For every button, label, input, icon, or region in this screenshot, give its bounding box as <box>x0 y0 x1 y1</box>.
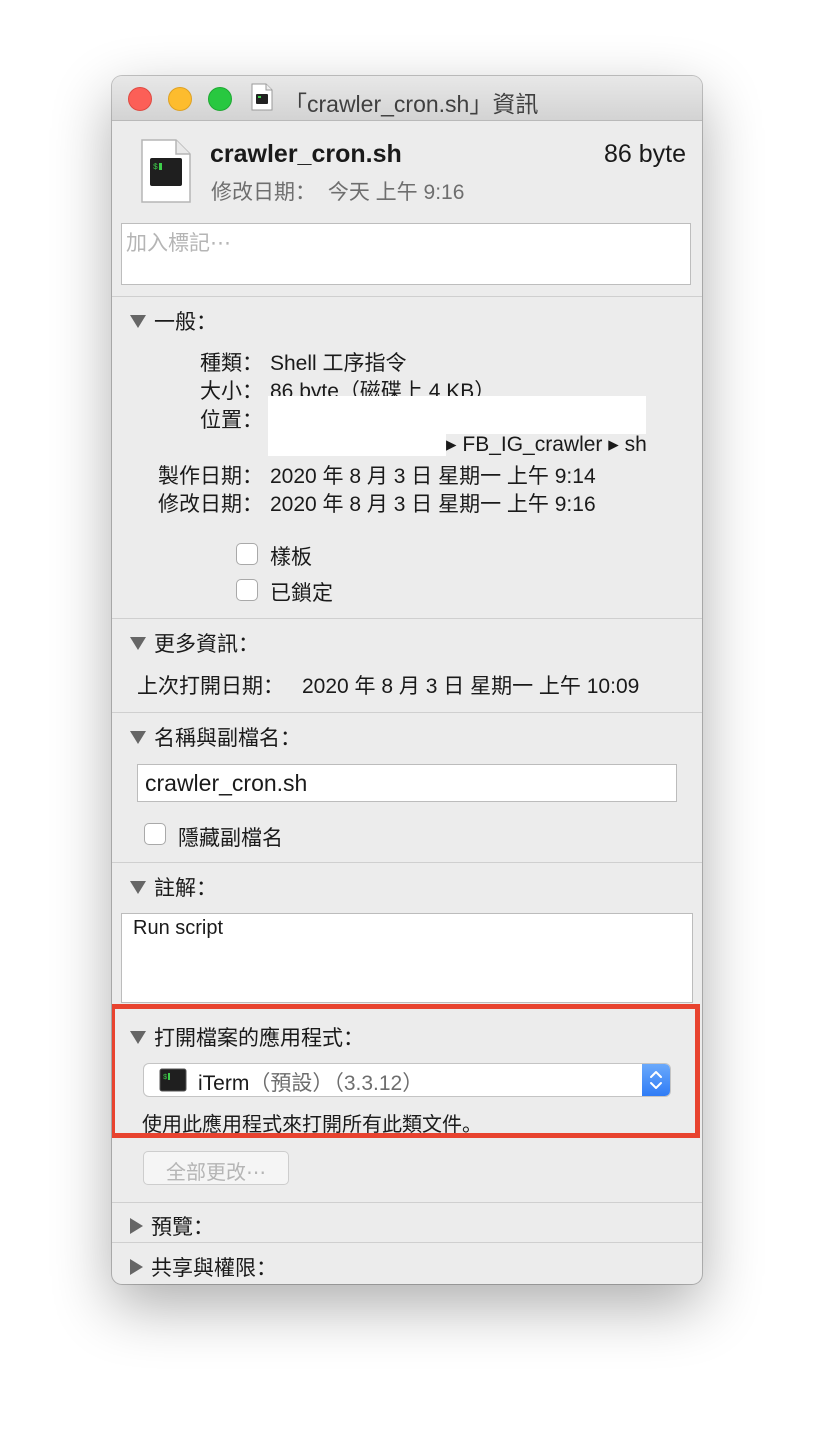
stationery-checkbox[interactable] <box>236 543 258 565</box>
locked-checkbox[interactable] <box>236 579 258 601</box>
file-name-field-value: crawler_cron.sh <box>145 770 308 796</box>
info-window: 「crawler_cron.sh」資訊 $ crawler_cron.sh 86… <box>112 76 702 1284</box>
svg-text:$: $ <box>153 163 158 172</box>
disclosure-triangle-icon <box>130 636 146 650</box>
section-name-ext-heading: 名稱與副檔名： <box>154 727 301 750</box>
minimize-button[interactable] <box>168 87 192 111</box>
app-version: （3.3.12） <box>333 1072 424 1095</box>
section-name-ext-toggle[interactable]: 名稱與副檔名： <box>130 722 301 752</box>
stationery-label: 樣板 <box>270 546 312 569</box>
app-name: iTerm <box>198 1072 250 1095</box>
modified-value: 2020 年 8 月 3 日 星期一 上午 9:16 <box>270 493 596 516</box>
tags-placeholder: 加入標記⋯ <box>126 232 231 255</box>
section-general-toggle[interactable]: 一般： <box>130 306 217 336</box>
locked-label: 已鎖定 <box>270 582 333 605</box>
section-open-with-toggle[interactable]: 打開檔案的應用程式： <box>130 1022 364 1052</box>
file-size: 86 byte <box>603 140 686 168</box>
last-opened-label: 上次打開日期： <box>137 675 284 698</box>
window-title: 「crawler_cron.sh」資訊 <box>284 91 539 117</box>
divider <box>112 1202 702 1203</box>
divider <box>112 296 702 297</box>
section-more-info-heading: 更多資訊： <box>154 633 259 656</box>
divider <box>112 862 702 863</box>
modified-summary-value: 今天 上午 9:16 <box>327 181 465 204</box>
divider <box>112 618 702 619</box>
redacted-path <box>268 430 446 456</box>
modified-label: 修改日期： <box>158 493 263 516</box>
section-preview-toggle[interactable]: 預覽： <box>130 1211 214 1241</box>
disclosure-triangle-icon <box>130 880 146 894</box>
title-bar: 「crawler_cron.sh」資訊 <box>112 76 702 121</box>
divider <box>112 712 702 713</box>
open-with-popup[interactable]: $ iTerm（預設）（3.3.12） <box>143 1063 671 1097</box>
redacted-path <box>268 396 646 434</box>
open-with-helper-text: 使用此應用程式來打開所有此類文件。 <box>142 1114 482 1136</box>
section-preview-heading: 預覽： <box>151 1216 214 1239</box>
disclosure-triangle-icon <box>130 730 146 744</box>
zoom-button[interactable] <box>208 87 232 111</box>
popup-stepper[interactable] <box>642 1064 670 1096</box>
size-label: 大小： <box>200 380 263 403</box>
last-opened-value: 2020 年 8 月 3 日 星期一 上午 10:09 <box>302 675 640 698</box>
modified-summary-label: 修改日期： <box>211 181 316 204</box>
hide-extension-checkbox[interactable] <box>144 823 166 845</box>
iterm-app-icon: $ <box>159 1068 187 1092</box>
app-default-tag: （預設） <box>249 1072 334 1095</box>
close-button[interactable] <box>128 87 152 111</box>
kind-label: 種類： <box>200 352 263 375</box>
section-comments-toggle[interactable]: 註解： <box>130 872 217 902</box>
shell-script-file-icon: $ <box>141 139 191 203</box>
section-open-with-heading: 打開檔案的應用程式： <box>154 1027 364 1050</box>
change-all-button[interactable]: 全部更改⋯ <box>143 1151 289 1185</box>
disclosure-triangle-icon <box>130 1259 143 1276</box>
file-name-field[interactable]: crawler_cron.sh <box>137 764 677 802</box>
kind-value: Shell 工序指令 <box>270 352 407 375</box>
tags-input[interactable]: 加入標記⋯ <box>121 223 691 285</box>
disclosure-triangle-icon <box>130 1030 146 1044</box>
created-value: 2020 年 8 月 3 日 星期一 上午 9:14 <box>270 465 596 488</box>
open-with-selected: iTerm（預設）（3.3.12） <box>198 1067 424 1096</box>
comments-textarea[interactable]: Run script <box>121 913 693 1003</box>
disclosure-triangle-icon <box>130 314 146 328</box>
comments-value: Run script <box>133 917 224 939</box>
created-label: 製作日期： <box>158 465 263 488</box>
svg-text:$: $ <box>163 1074 167 1082</box>
disclosure-triangle-icon <box>130 1218 143 1235</box>
modified-summary: 修改日期： 今天 上午 9:16 <box>211 176 464 206</box>
divider <box>112 1242 702 1243</box>
where-value: ▸ FB_IG_crawler ▸ sh <box>446 433 647 456</box>
section-sharing-heading: 共享與權限： <box>151 1257 277 1280</box>
change-all-button-label: 全部更改⋯ <box>166 1162 266 1184</box>
section-general-heading: 一般： <box>154 311 217 334</box>
section-sharing-toggle[interactable]: 共享與權限： <box>130 1252 277 1282</box>
section-more-info-toggle[interactable]: 更多資訊： <box>130 628 259 658</box>
chevron-up-down-icon <box>650 1071 662 1089</box>
where-label: 位置： <box>200 409 263 432</box>
hide-extension-label: 隱藏副檔名 <box>178 827 283 850</box>
section-comments-heading: 註解： <box>154 877 217 900</box>
shell-script-file-icon <box>251 83 273 111</box>
file-name: crawler_cron.sh <box>210 140 402 168</box>
